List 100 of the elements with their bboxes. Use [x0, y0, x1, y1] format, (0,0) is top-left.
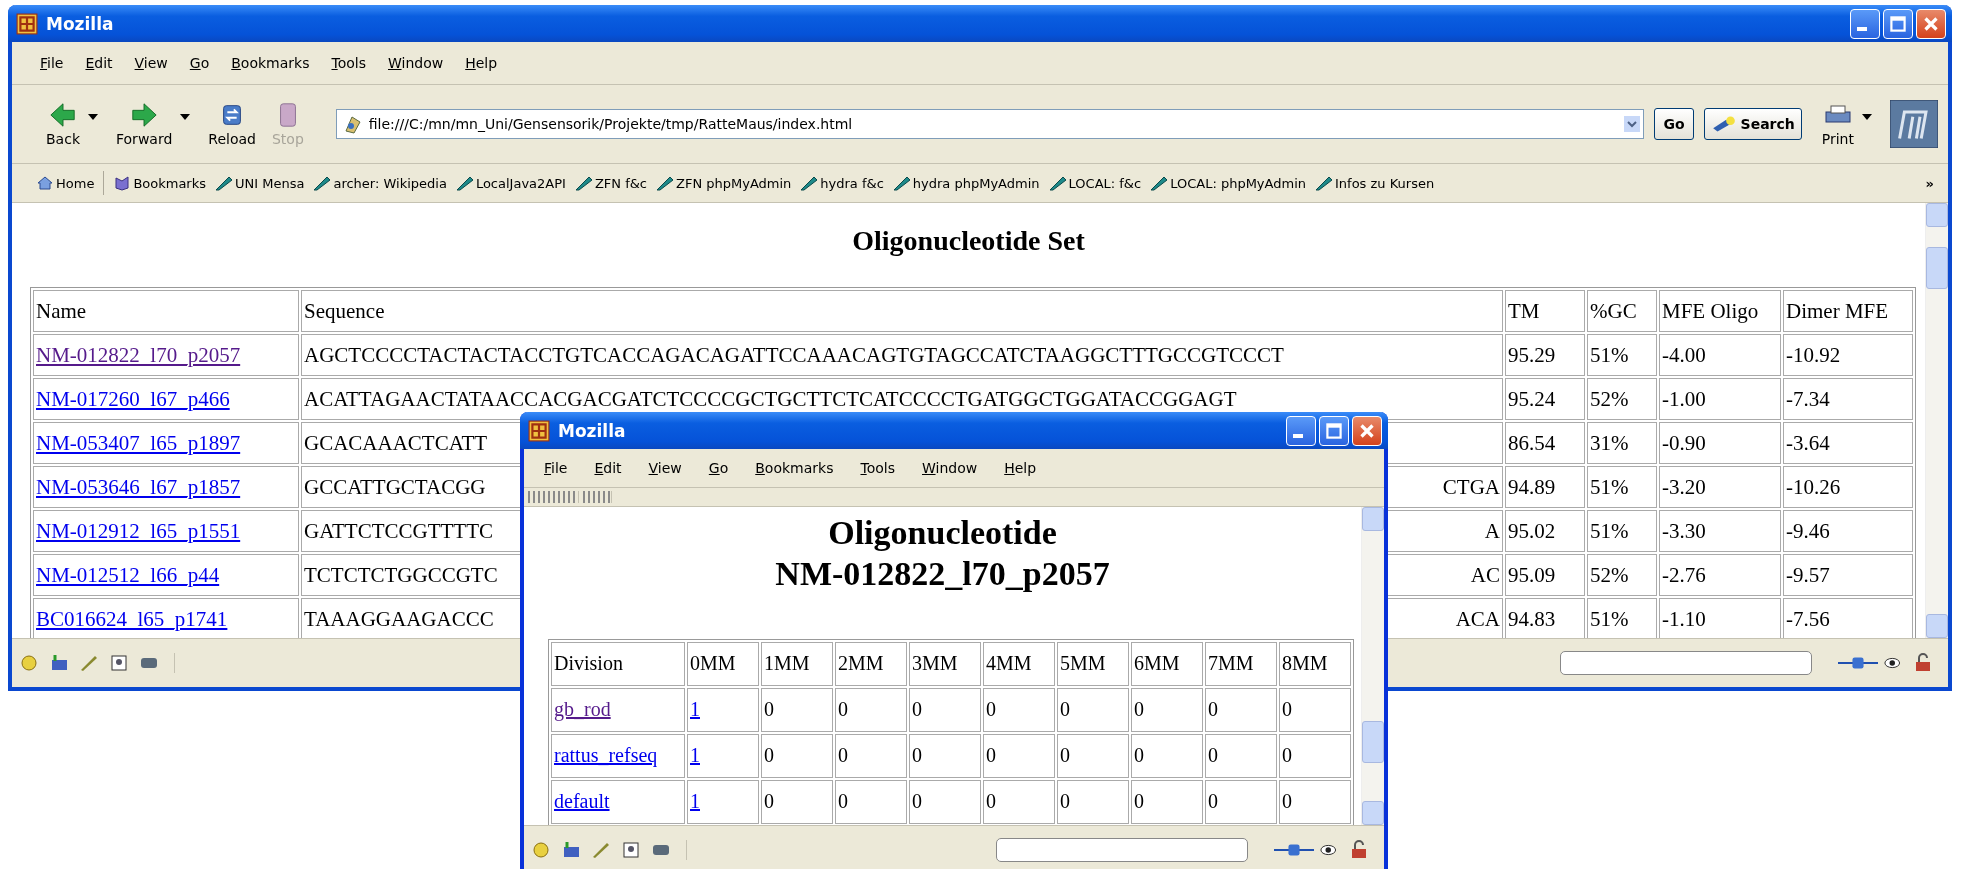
bookmark-link[interactable]: hydra phpMyAdmin [892, 175, 1040, 191]
print-button[interactable]: Print [1813, 99, 1862, 149]
table-cell: -2.76 [1659, 554, 1781, 596]
column-header: Name [33, 290, 299, 332]
table-cell: -0.90 [1659, 422, 1781, 464]
table-cell: AGCTCCCCTACTACTACCTGTCACCAGACAGATTCCAAACAGTGTAGCCATCTAAGGCTTTGCCGTCCCT [301, 334, 1503, 376]
table-cell: 0 [1057, 687, 1129, 732]
page-heading: Oligonucleotide Set [851, 225, 1086, 257]
bookmark-link[interactable]: Infos zu Kursen [1315, 175, 1435, 191]
column-header: Division [551, 641, 685, 686]
table-cell: 0 [1279, 733, 1351, 778]
address-field[interactable]: file:///C:/mn/mn_Uni/Gensensorik/Projekte/tmp/RatteMaus/index.html [335, 109, 1645, 139]
table-cell: 0 [761, 687, 833, 732]
menu-item[interactable]: Window [388, 55, 444, 71]
window-title: Mozilla [558, 420, 626, 441]
table-cell: 0 [1279, 687, 1351, 732]
table-cell: 51% [1587, 334, 1657, 376]
table-cell: 0 [909, 687, 981, 732]
toolbar-button[interactable]: Back [38, 99, 88, 149]
bookmark-link[interactable]: ZFN f&c [574, 175, 647, 191]
table-cell: 95.02 [1505, 510, 1585, 552]
oligo-link[interactable]: NM-012912_l65_p1551 [36, 518, 241, 543]
column-header: 3MM [909, 641, 981, 686]
table-cell: -3.30 [1659, 510, 1781, 552]
table-cell: 31% [1587, 422, 1657, 464]
count-link[interactable]: 1 [690, 744, 700, 767]
bookmark-link[interactable]: Home [36, 175, 95, 191]
bookmark-link[interactable]: hydra f&c [800, 175, 884, 191]
table-cell: 51% [1587, 598, 1657, 638]
table-cell: 0 [1205, 733, 1277, 778]
table-cell: 0 [1205, 779, 1277, 824]
column-header: 0MM [687, 641, 759, 686]
table-cell: -10.92 [1783, 334, 1913, 376]
table-cell: 0 [909, 779, 981, 824]
bookmark-link[interactable]: LOCAL: phpMyAdmin [1150, 175, 1306, 191]
menu-item[interactable]: Help [465, 55, 498, 71]
bookmark-link[interactable]: LocalJava2API [455, 175, 566, 191]
table-cell: -4.00 [1659, 334, 1781, 376]
table-cell: -7.56 [1783, 598, 1913, 638]
column-header: 5MM [1057, 641, 1129, 686]
column-header: 8MM [1279, 641, 1351, 686]
table-cell: 0 [1131, 687, 1203, 732]
oligo-link[interactable]: NM-053407_l65_p1897 [36, 430, 241, 455]
bookmark-link[interactable]: Bookmarks [113, 175, 207, 191]
table-cell: 0 [983, 779, 1055, 824]
menu-item[interactable]: File [40, 55, 64, 71]
table-cell: 94.83 [1505, 598, 1585, 638]
table-cell: 0 [983, 687, 1055, 732]
division-link[interactable]: rattus_refseq [554, 744, 658, 767]
column-header: 2MM [835, 641, 907, 686]
table-cell: -9.46 [1783, 510, 1913, 552]
oligo-link[interactable]: NM-053646_l67_p1857 [36, 474, 241, 499]
table-cell: -1.10 [1659, 598, 1781, 638]
menu-item[interactable]: View [134, 55, 168, 71]
table-cell: 0 [1057, 733, 1129, 778]
bookmark-link[interactable]: archer: Wikipedia [313, 175, 447, 191]
menu-item[interactable]: Go [189, 55, 210, 71]
table-cell: 52% [1587, 554, 1657, 596]
window-title: Mozilla [46, 13, 114, 34]
menu-item[interactable]: Edit [85, 55, 113, 71]
column-header: 4MM [983, 641, 1055, 686]
table-cell: 0 [1279, 779, 1351, 824]
page-heading: NM-012822_l70_p2057 [775, 553, 1110, 594]
page-heading: Oligonucleotide [828, 513, 1057, 553]
menu-item[interactable]: Bookmarks [231, 55, 310, 71]
bookmark-link[interactable]: UNI Mensa [215, 175, 305, 191]
table-cell: 0 [1131, 733, 1203, 778]
table-cell: -9.57 [1783, 554, 1913, 596]
bookmark-link[interactable]: ZFN phpMyAdmin [656, 175, 792, 191]
table-cell: 94.89 [1505, 466, 1585, 508]
table-cell: -1.00 [1659, 378, 1781, 420]
table-cell: -7.34 [1783, 378, 1913, 420]
bookmark-link[interactable]: LOCAL: f&c [1048, 175, 1142, 191]
column-header: TM [1505, 290, 1585, 332]
table-cell: 95.29 [1505, 334, 1585, 376]
oligo-link[interactable]: BC016624_l65_p1741 [36, 606, 228, 631]
column-header: Sequence [301, 290, 1503, 332]
search-button[interactable]: Search [1703, 108, 1802, 140]
table-cell: 0 [909, 733, 981, 778]
table-cell: 0 [1205, 687, 1277, 732]
oligo-link[interactable]: NM-012822_l70_p2057 [36, 342, 241, 367]
table-cell: -10.26 [1783, 466, 1913, 508]
division-link[interactable]: gb_rod [554, 698, 611, 721]
more-bookmarks-button[interactable]: » [1925, 175, 1934, 191]
column-header: 7MM [1205, 641, 1277, 686]
table-cell: 51% [1587, 510, 1657, 552]
menu-item[interactable]: Tools [331, 55, 366, 71]
table-cell: 51% [1587, 466, 1657, 508]
toolbar-button[interactable]: Forward [108, 99, 181, 149]
table-cell: 52% [1587, 378, 1657, 420]
count-link[interactable]: 1 [690, 790, 700, 813]
column-header: Dimer MFE [1783, 290, 1913, 332]
oligo-link[interactable]: NM-017260_l67_p466 [36, 386, 230, 411]
division-link[interactable]: default [554, 790, 610, 813]
oligo-link[interactable]: NM-012512_l66_p44 [36, 562, 220, 587]
toolbar-button[interactable]: Reload [200, 99, 264, 149]
table-cell: -3.20 [1659, 466, 1781, 508]
table-cell: 0 [761, 733, 833, 778]
count-link[interactable]: 1 [690, 698, 700, 721]
go-button[interactable]: Go [1654, 108, 1694, 140]
